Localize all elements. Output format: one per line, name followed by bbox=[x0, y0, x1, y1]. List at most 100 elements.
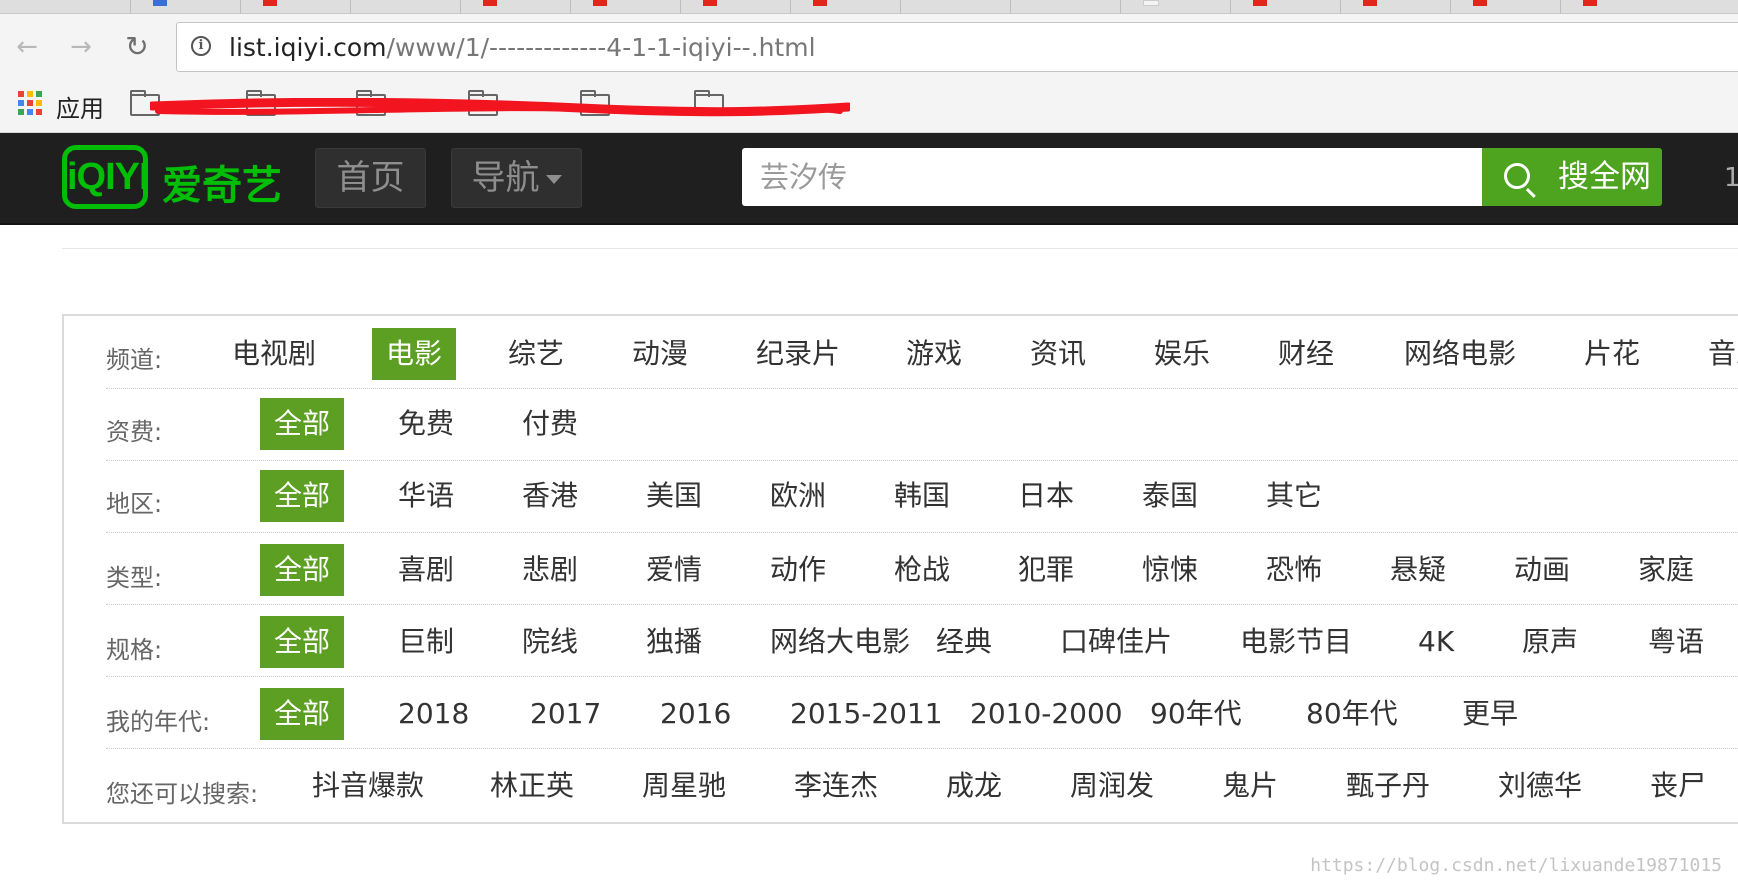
filter-option[interactable]: 原声 bbox=[1522, 616, 1578, 668]
filter-option[interactable]: 经典 bbox=[936, 616, 992, 668]
reload-icon[interactable]: ↻ bbox=[122, 32, 152, 62]
browser-tab[interactable] bbox=[130, 0, 241, 13]
browser-tab[interactable] bbox=[1120, 0, 1231, 13]
filter-option[interactable]: 电视剧 bbox=[232, 328, 316, 380]
filter-option[interactable]: 丧尸 bbox=[1650, 760, 1706, 812]
filter-option[interactable]: 90年代 bbox=[1150, 688, 1242, 740]
forward-arrow-icon[interactable]: → bbox=[66, 32, 96, 62]
filter-option[interactable]: 成龙 bbox=[946, 760, 1002, 812]
browser-tab[interactable] bbox=[1560, 0, 1671, 13]
filter-option[interactable]: 80年代 bbox=[1306, 688, 1398, 740]
filter-option-active[interactable]: 全部 bbox=[260, 544, 345, 596]
filter-option[interactable]: 游戏 bbox=[906, 328, 962, 380]
filter-option[interactable]: 抖音爆款 bbox=[312, 760, 424, 812]
apps-bookmark[interactable]: 应用 bbox=[56, 89, 104, 124]
filter-option[interactable]: 2016 bbox=[660, 688, 731, 740]
search-button[interactable]: 搜全网 bbox=[1482, 148, 1662, 206]
filter-option[interactable]: 网络电影 bbox=[1404, 328, 1516, 380]
filter-option[interactable]: 周星驰 bbox=[642, 760, 726, 812]
url-text[interactable]: list.iqiyi.com/www/1/-------------4-1-1-… bbox=[229, 33, 816, 62]
browser-tab[interactable] bbox=[240, 0, 351, 13]
browser-tab[interactable] bbox=[1010, 0, 1121, 13]
filter-option[interactable]: 更早 bbox=[1462, 688, 1518, 740]
filter-option[interactable]: 2015-2011 bbox=[790, 688, 943, 740]
filter-option[interactable]: 综艺 bbox=[508, 328, 564, 380]
filter-option[interactable]: 付费 bbox=[522, 398, 578, 450]
filter-option[interactable]: 犯罪 bbox=[1018, 544, 1074, 596]
nav-dropdown-button[interactable]: 导航 bbox=[451, 148, 582, 208]
filter-option[interactable]: 片花 bbox=[1584, 328, 1640, 380]
filter-option[interactable]: 动作 bbox=[770, 544, 826, 596]
search-input[interactable] bbox=[742, 148, 1482, 206]
browser-tab[interactable] bbox=[1230, 0, 1341, 13]
filter-option[interactable]: 院线 bbox=[522, 616, 578, 668]
back-arrow-icon[interactable]: ← bbox=[12, 32, 42, 62]
filter-option[interactable]: 其它 bbox=[1266, 470, 1322, 522]
address-bar[interactable]: i list.iqiyi.com/www/1/-------------4-1-… bbox=[176, 22, 1738, 72]
browser-tab[interactable] bbox=[570, 0, 681, 13]
filter-option[interactable]: 纪录片 bbox=[756, 328, 840, 380]
filter-option[interactable]: 动漫 bbox=[632, 328, 688, 380]
filter-option[interactable]: 财经 bbox=[1278, 328, 1334, 380]
filter-option[interactable]: 悬疑 bbox=[1390, 544, 1446, 596]
filter-option[interactable]: 欧洲 bbox=[770, 470, 826, 522]
filter-option[interactable]: 4K bbox=[1418, 616, 1454, 668]
filter-option[interactable]: 电影节目 bbox=[1240, 616, 1352, 668]
browser-tab[interactable] bbox=[350, 0, 461, 13]
filter-option[interactable]: 动画 bbox=[1514, 544, 1570, 596]
filter-option[interactable]: 日本 bbox=[1018, 470, 1074, 522]
filter-option[interactable]: 爱情 bbox=[646, 544, 702, 596]
filter-option[interactable]: 美国 bbox=[646, 470, 702, 522]
filter-option[interactable]: 资讯 bbox=[1030, 328, 1086, 380]
filter-option[interactable]: 周润发 bbox=[1070, 760, 1154, 812]
filter-option[interactable]: 2010-2000 bbox=[970, 688, 1123, 740]
watermark: https://blog.csdn.net/lixuande19871015 bbox=[1310, 855, 1722, 876]
filter-option[interactable]: 口碑佳片 bbox=[1060, 616, 1172, 668]
browser-tab[interactable] bbox=[1340, 0, 1451, 13]
filter-option-active[interactable]: 全部 bbox=[260, 398, 345, 450]
home-button[interactable]: 首页 bbox=[315, 148, 426, 208]
filter-option[interactable]: 独播 bbox=[646, 616, 702, 668]
filter-row-channel: 频道: 电视剧 电影 综艺 动漫 纪录片 游戏 资讯 娱乐 财经 网络电影 片花… bbox=[106, 316, 1738, 389]
filter-option[interactable]: 甄子丹 bbox=[1346, 760, 1430, 812]
nav-label: 导航 bbox=[471, 158, 540, 198]
filter-option[interactable]: 家庭 bbox=[1638, 544, 1694, 596]
filter-option[interactable]: 粤语 bbox=[1648, 616, 1704, 668]
filter-option[interactable]: 刘德华 bbox=[1498, 760, 1582, 812]
filter-option[interactable]: 巨制 bbox=[398, 616, 454, 668]
search-icon bbox=[1504, 163, 1530, 189]
filter-option-active[interactable]: 电影 bbox=[372, 328, 457, 380]
filter-option[interactable]: 网络大电影 bbox=[770, 616, 910, 668]
browser-tab[interactable] bbox=[900, 0, 1011, 13]
favicon-icon bbox=[1363, 0, 1377, 6]
filter-option[interactable]: 喜剧 bbox=[398, 544, 454, 596]
filter-option[interactable]: 鬼片 bbox=[1222, 760, 1278, 812]
filter-option[interactable]: 韩国 bbox=[894, 470, 950, 522]
filter-option[interactable]: 林正英 bbox=[490, 760, 574, 812]
filter-option[interactable]: 李连杰 bbox=[794, 760, 878, 812]
filter-option[interactable]: 惊悚 bbox=[1142, 544, 1198, 596]
browser-tab[interactable] bbox=[680, 0, 791, 13]
filter-option[interactable]: 音乐 bbox=[1708, 328, 1738, 380]
browser-toolbar: ← → ↻ i list.iqiyi.com/www/1/-----------… bbox=[0, 14, 1738, 80]
iqiyi-logo[interactable]: iQIYI bbox=[62, 145, 150, 209]
logo-text[interactable]: 爱奇艺 bbox=[162, 153, 282, 211]
info-icon[interactable]: i bbox=[191, 36, 211, 56]
filter-option[interactable]: 香港 bbox=[522, 470, 578, 522]
filter-option[interactable]: 2017 bbox=[530, 688, 601, 740]
filter-option[interactable]: 悲剧 bbox=[522, 544, 578, 596]
filter-option[interactable]: 泰国 bbox=[1142, 470, 1198, 522]
filter-option-active[interactable]: 全部 bbox=[260, 470, 345, 522]
filter-option[interactable]: 2018 bbox=[398, 688, 469, 740]
browser-tab[interactable] bbox=[460, 0, 571, 13]
browser-tab[interactable] bbox=[1450, 0, 1561, 13]
filter-option[interactable]: 枪战 bbox=[894, 544, 950, 596]
browser-tab[interactable] bbox=[790, 0, 901, 13]
filter-option[interactable]: 娱乐 bbox=[1154, 328, 1210, 380]
apps-grid-icon[interactable] bbox=[18, 91, 42, 115]
filter-option[interactable]: 免费 bbox=[398, 398, 454, 450]
filter-option[interactable]: 华语 bbox=[398, 470, 454, 522]
filter-option-active[interactable]: 全部 bbox=[260, 688, 345, 740]
filter-option[interactable]: 恐怖 bbox=[1266, 544, 1322, 596]
filter-option-active[interactable]: 全部 bbox=[260, 616, 345, 668]
